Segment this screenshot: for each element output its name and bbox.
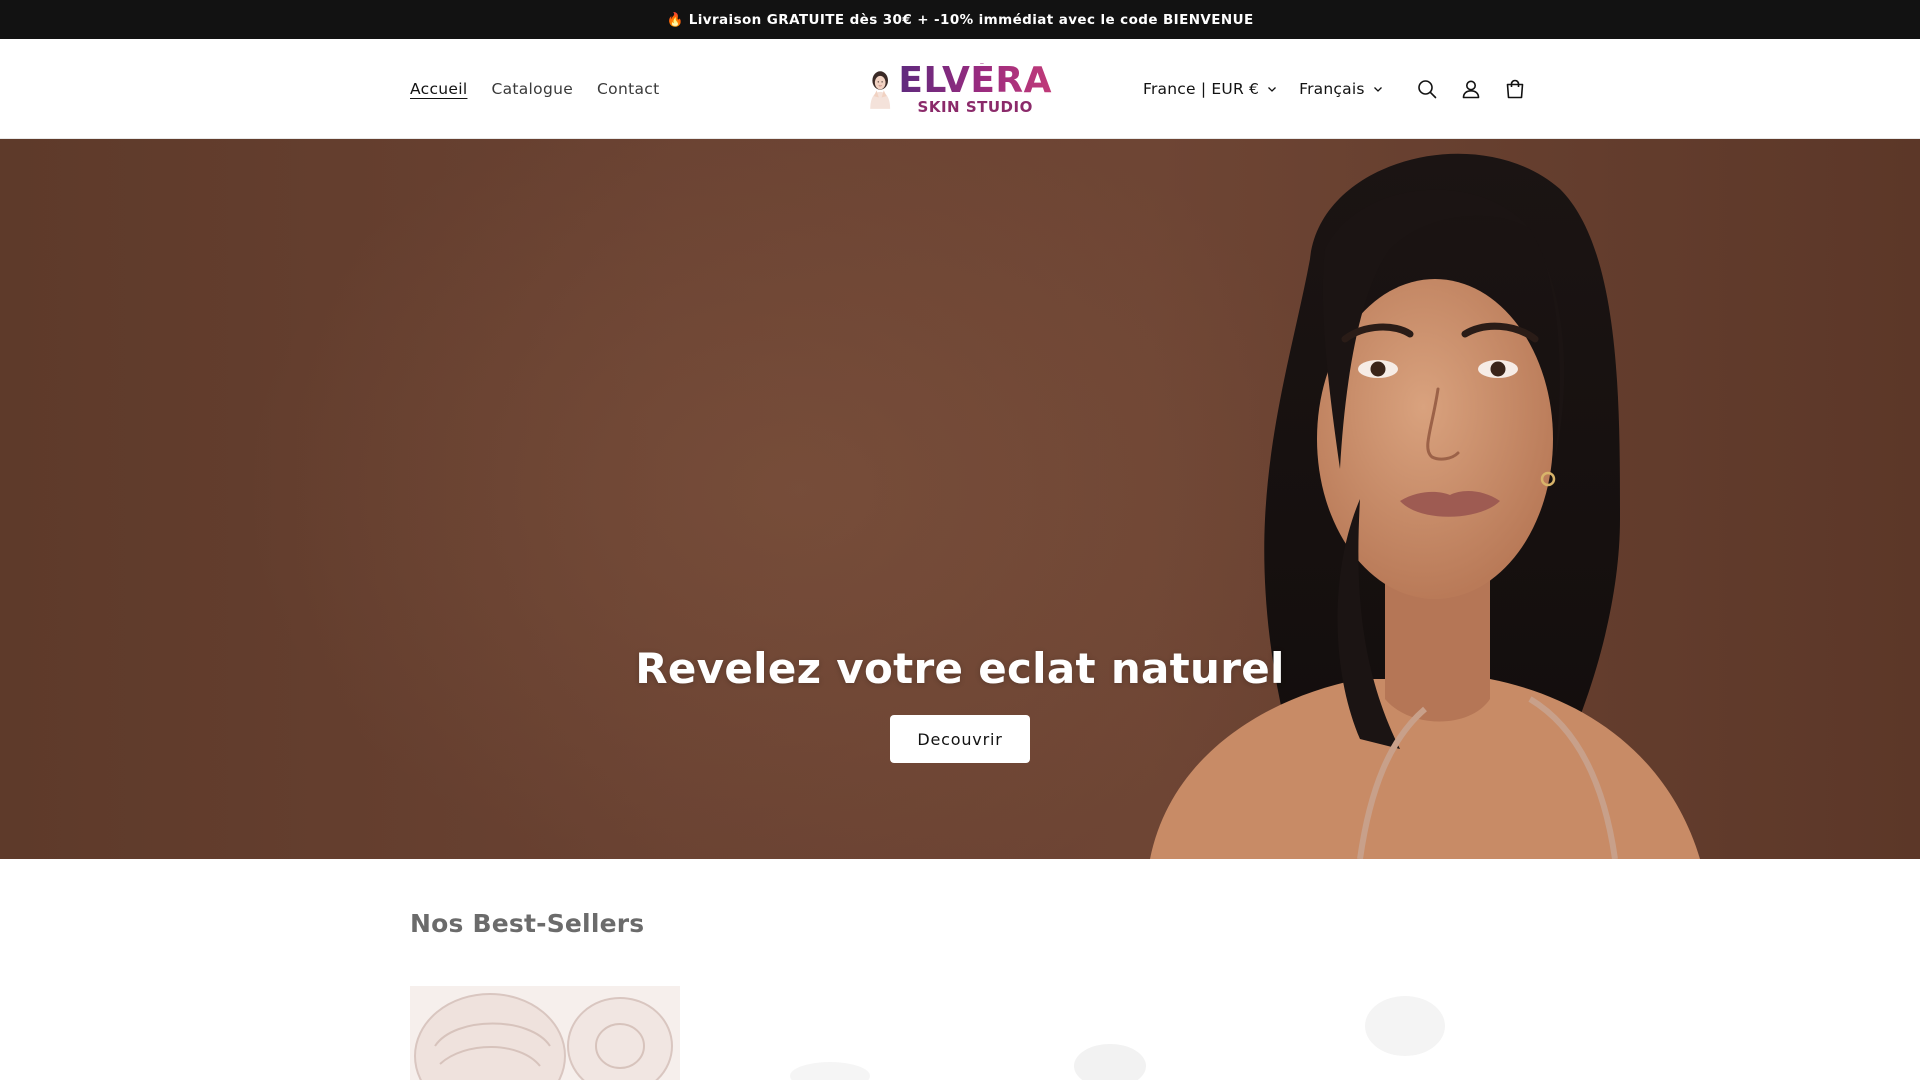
chevron-down-icon (1373, 87, 1382, 92)
logo-face-icon (870, 71, 891, 109)
account-icon (1462, 80, 1479, 99)
cart-icon (1506, 79, 1523, 99)
product-image (790, 1062, 870, 1080)
nav-link-contact[interactable]: Contact (597, 80, 659, 98)
nav-link-catalogue[interactable]: Catalogue (491, 80, 573, 98)
main-nav: Accueil Catalogue Contact (410, 39, 659, 139)
cart-button[interactable] (1493, 67, 1537, 111)
product-card[interactable] (1340, 986, 1610, 1080)
search-icon (1417, 80, 1436, 99)
country-selector[interactable]: France | EUR € (1143, 80, 1277, 98)
brand-logo[interactable]: ELVÉRA SKIN STUDIO (866, 57, 1052, 121)
logo-subtitle: SKIN STUDIO (917, 98, 1033, 116)
announcement-bar: 🔥 Livraison GRATUITE dès 30€ + -10% immé… (0, 0, 1920, 39)
section-title: Nos Best-Sellers (410, 909, 645, 938)
product-image (1074, 1044, 1146, 1080)
hero-content: Revelez votre eclat naturel Decouvrir (0, 644, 1920, 763)
announcement-text: 🔥 Livraison GRATUITE dès 30€ + -10% immé… (666, 11, 1254, 28)
nav-link-accueil[interactable]: Accueil (410, 80, 467, 98)
bestsellers-section: Nos Best-Sellers (0, 859, 1920, 1080)
search-button[interactable] (1405, 67, 1449, 111)
chevron-down-icon (1268, 87, 1277, 92)
product-card[interactable] (760, 986, 1030, 1080)
hero-title: Revelez votre eclat naturel (635, 644, 1285, 693)
discover-button[interactable]: Decouvrir (890, 715, 1030, 763)
product-image (414, 993, 673, 1080)
language-selector-label: Français (1299, 80, 1365, 98)
site-header: Accueil Catalogue Contact ELVÉRA SKIN ST… (0, 39, 1920, 139)
product-card[interactable] (1060, 986, 1330, 1080)
header-utilities: France | EUR € Français (1143, 39, 1537, 139)
hero-banner: Revelez votre eclat naturel Decouvrir (0, 139, 1920, 859)
product-card[interactable] (410, 986, 680, 1080)
language-selector[interactable]: Français (1299, 80, 1383, 98)
country-selector-label: France | EUR € (1143, 80, 1260, 98)
account-button[interactable] (1449, 67, 1493, 111)
product-image (1365, 996, 1445, 1056)
logo-wordmark: ELVÉRA (898, 60, 1052, 101)
